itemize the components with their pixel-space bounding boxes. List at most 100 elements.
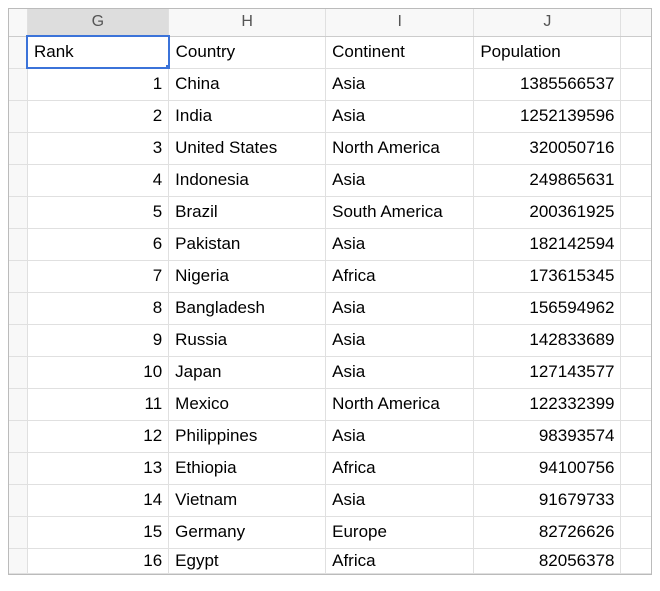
cell-population-header[interactable]: Population — [474, 36, 621, 68]
cell-rank-header[interactable]: Rank — [27, 36, 169, 68]
row-header[interactable] — [9, 196, 27, 228]
row-header[interactable] — [9, 484, 27, 516]
cell-continent[interactable]: Asia — [326, 164, 474, 196]
cell-population[interactable]: 91679733 — [474, 484, 621, 516]
cell-continent[interactable]: Asia — [326, 100, 474, 132]
column-header-i[interactable]: I — [326, 9, 474, 36]
cell-country[interactable]: Russia — [169, 324, 326, 356]
cell-population[interactable]: 127143577 — [474, 356, 621, 388]
cell-rank[interactable]: 16 — [27, 548, 169, 573]
cell-rank[interactable]: 5 — [27, 196, 169, 228]
cell-rank[interactable]: 2 — [27, 100, 169, 132]
row-header[interactable] — [9, 516, 27, 548]
cell-country[interactable]: Bangladesh — [169, 292, 326, 324]
cell-population[interactable]: 156594962 — [474, 292, 621, 324]
cell-country[interactable]: Egypt — [169, 548, 326, 573]
cell-country[interactable]: Japan — [169, 356, 326, 388]
cell-population[interactable]: 173615345 — [474, 260, 621, 292]
cell-continent[interactable]: Asia — [326, 420, 474, 452]
cell-rank[interactable]: 8 — [27, 292, 169, 324]
cell-population[interactable]: 122332399 — [474, 388, 621, 420]
cell-continent[interactable]: Asia — [326, 292, 474, 324]
cell-country[interactable]: Indonesia — [169, 164, 326, 196]
row-header[interactable] — [9, 36, 27, 68]
cell-continent[interactable]: Asia — [326, 228, 474, 260]
row-header[interactable] — [9, 548, 27, 573]
cell-spacer — [621, 324, 651, 356]
cell-country[interactable]: Philippines — [169, 420, 326, 452]
row-header[interactable] — [9, 452, 27, 484]
cell-country[interactable]: Germany — [169, 516, 326, 548]
cell-country[interactable]: Pakistan — [169, 228, 326, 260]
cell-rank[interactable]: 10 — [27, 356, 169, 388]
cell-population[interactable]: 1385566537 — [474, 68, 621, 100]
cell-population[interactable]: 82056378 — [474, 548, 621, 573]
table-row: 16 Egypt Africa 82056378 — [9, 548, 651, 573]
cell-rank[interactable]: 6 — [27, 228, 169, 260]
cell-continent[interactable]: South America — [326, 196, 474, 228]
column-header-row: G H I J — [9, 9, 651, 36]
cell-population[interactable]: 182142594 — [474, 228, 621, 260]
cell-continent[interactable]: Africa — [326, 548, 474, 573]
cell-country[interactable]: Brazil — [169, 196, 326, 228]
cell-country[interactable]: Vietnam — [169, 484, 326, 516]
row-header[interactable] — [9, 68, 27, 100]
cell-spacer — [621, 292, 651, 324]
cell-rank[interactable]: 13 — [27, 452, 169, 484]
cell-population[interactable]: 142833689 — [474, 324, 621, 356]
row-header[interactable] — [9, 260, 27, 292]
cell-rank[interactable]: 11 — [27, 388, 169, 420]
row-header[interactable] — [9, 292, 27, 324]
cell-continent[interactable]: North America — [326, 388, 474, 420]
cell-population[interactable]: 1252139596 — [474, 100, 621, 132]
cell-continent[interactable]: Asia — [326, 324, 474, 356]
select-all-corner[interactable] — [9, 9, 27, 36]
row-header[interactable] — [9, 388, 27, 420]
selection-handle[interactable] — [165, 64, 169, 68]
cell-continent[interactable]: Europe — [326, 516, 474, 548]
cell-spacer — [621, 548, 651, 573]
cell-population[interactable]: 249865631 — [474, 164, 621, 196]
cell-rank[interactable]: 9 — [27, 324, 169, 356]
cell-continent[interactable]: North America — [326, 132, 474, 164]
cell-continent[interactable]: Africa — [326, 452, 474, 484]
cell-population[interactable]: 82726626 — [474, 516, 621, 548]
cell-country[interactable]: India — [169, 100, 326, 132]
cell-population[interactable]: 200361925 — [474, 196, 621, 228]
cell-country[interactable]: Ethiopia — [169, 452, 326, 484]
cell-country-header[interactable]: Country — [169, 36, 326, 68]
column-header-g[interactable]: G — [27, 9, 169, 36]
cell-country[interactable]: Mexico — [169, 388, 326, 420]
table-row: 13 Ethiopia Africa 94100756 — [9, 452, 651, 484]
cell-country[interactable]: United States — [169, 132, 326, 164]
cell-rank[interactable]: 4 — [27, 164, 169, 196]
row-header[interactable] — [9, 100, 27, 132]
row-header[interactable] — [9, 228, 27, 260]
cell-rank[interactable]: 14 — [27, 484, 169, 516]
cell-spacer — [621, 68, 651, 100]
cell-population[interactable]: 98393574 — [474, 420, 621, 452]
cell-rank[interactable]: 1 — [27, 68, 169, 100]
cell-continent-header[interactable]: Continent — [326, 36, 474, 68]
cell-continent[interactable]: Asia — [326, 356, 474, 388]
row-header[interactable] — [9, 356, 27, 388]
cell-population[interactable]: 94100756 — [474, 452, 621, 484]
row-header[interactable] — [9, 164, 27, 196]
cell-rank[interactable]: 15 — [27, 516, 169, 548]
cell-continent[interactable]: Africa — [326, 260, 474, 292]
cell-rank[interactable]: 7 — [27, 260, 169, 292]
cell-continent[interactable]: Asia — [326, 484, 474, 516]
row-header[interactable] — [9, 420, 27, 452]
row-header[interactable] — [9, 324, 27, 356]
cell-country[interactable]: China — [169, 68, 326, 100]
cell-population[interactable]: 320050716 — [474, 132, 621, 164]
cell-country[interactable]: Nigeria — [169, 260, 326, 292]
cell-rank[interactable]: 12 — [27, 420, 169, 452]
cell-rank[interactable]: 3 — [27, 132, 169, 164]
column-header-h[interactable]: H — [169, 9, 326, 36]
cell-continent[interactable]: Asia — [326, 68, 474, 100]
cell-spacer — [621, 452, 651, 484]
column-header-j[interactable]: J — [474, 9, 621, 36]
row-header[interactable] — [9, 132, 27, 164]
cell-value: Rank — [34, 42, 74, 61]
